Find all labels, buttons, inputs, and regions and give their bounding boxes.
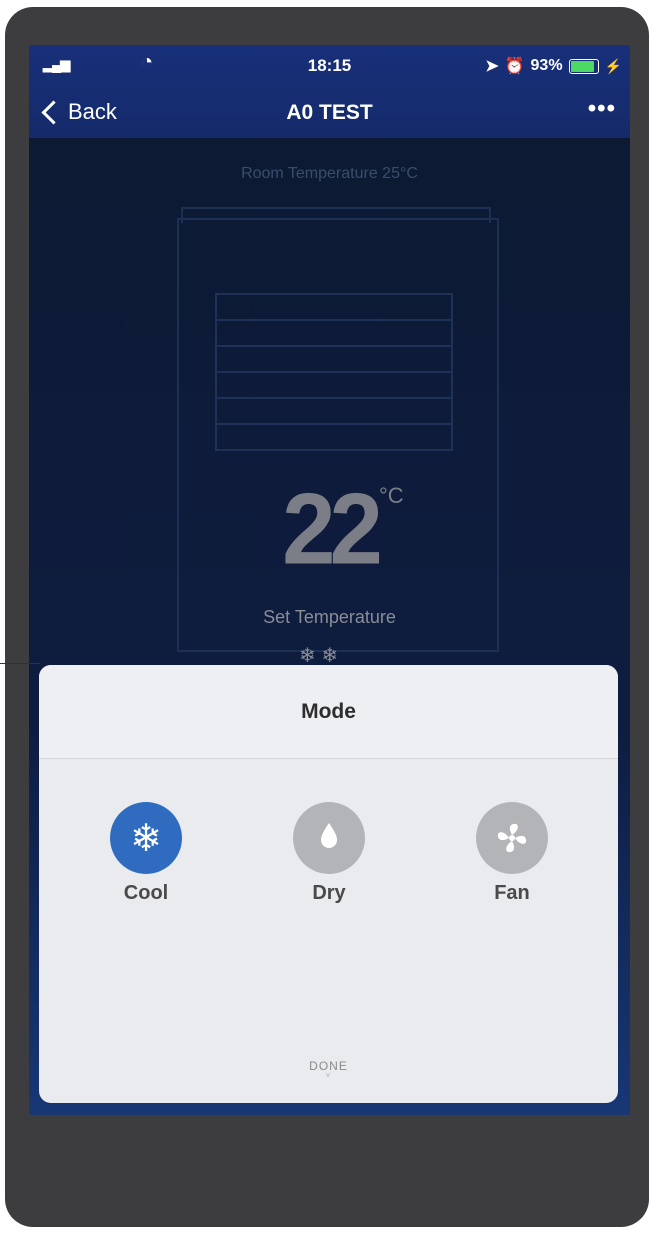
mode-option-label: Fan [494, 882, 530, 904]
set-temperature-label: Set Temperature [263, 607, 396, 627]
droplets-icon [293, 802, 365, 874]
navigation-bar: ▂▄▆ ◔ 18:15 ➤ ⏰ 93% ⚡ Back A0 TEST ••• [29, 45, 630, 138]
location-icon: ➤ [485, 58, 499, 75]
divider [0, 663, 40, 664]
mode-option-fan[interactable]: Fan [452, 802, 572, 905]
mode-option-label: Cool [123, 882, 169, 904]
status-bar: ▂▄▆ ◔ 18:15 ➤ ⏰ 93% ⚡ [29, 45, 630, 85]
done-button[interactable]: DONE ˅ [39, 1059, 618, 1080]
snowflake-icon: ❄ [110, 802, 182, 874]
page-title: A0 TEST [286, 101, 373, 124]
fan-icon [476, 802, 548, 874]
mode-sheet-title: Mode [39, 665, 618, 759]
mode-sheet: Mode ❄ Cool Dry Fan DONE ˅ [39, 665, 618, 1103]
chevron-down-icon: ˅ [325, 1071, 332, 1080]
battery-icon [568, 58, 599, 74]
temperature-unit: °C [379, 483, 404, 508]
mode-option-cool[interactable]: ❄ Cool [86, 802, 206, 905]
more-options-button[interactable]: ••• [588, 95, 616, 123]
mode-option-label: Dry [312, 882, 346, 904]
set-temperature-value: 22 [282, 473, 383, 586]
ac-vent [215, 293, 453, 451]
charging-icon: ⚡ [604, 57, 622, 74]
mode-option-dry[interactable]: Dry [269, 802, 389, 905]
room-temperature: Room Temperature 25°C [241, 165, 418, 182]
set-temperature-display: 22 °C [29, 473, 630, 586]
battery-percent: 93% [530, 57, 563, 74]
alarm-icon: ⏰ [504, 58, 525, 75]
